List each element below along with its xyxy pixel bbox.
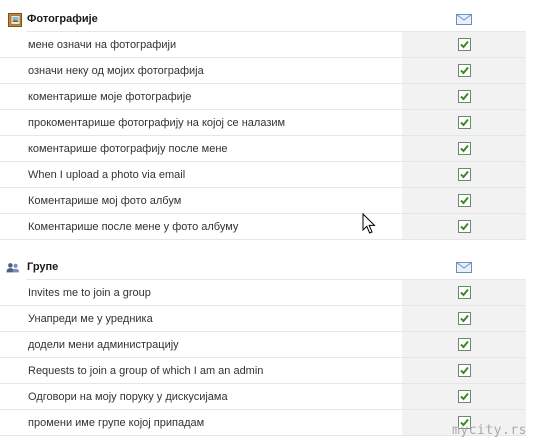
email-column-cell (402, 188, 526, 213)
notification-row: означи неку од мојих фотографија (0, 58, 526, 84)
groups-section-header: Групе (0, 256, 526, 280)
email-column-cell (402, 332, 526, 357)
email-notification-checkbox[interactable] (458, 220, 471, 233)
checkmark-icon (460, 288, 469, 297)
checkmark-icon (460, 314, 469, 323)
checkmark-icon (460, 222, 469, 231)
section-title: Групе (27, 261, 59, 273)
mouse-cursor-icon (362, 213, 376, 234)
section-title: Фотографије (27, 13, 98, 25)
notification-label: мене означи на фотографији (28, 39, 177, 51)
email-notification-checkbox[interactable] (458, 286, 471, 299)
watermark: mycity.rs (452, 423, 527, 438)
email-column-cell (402, 280, 526, 305)
checkmark-icon (460, 366, 469, 375)
email-notification-checkbox[interactable] (458, 142, 471, 155)
envelope-icon (456, 262, 472, 273)
email-column-cell (402, 110, 526, 135)
notification-row: Коментарише мој фото албум (0, 188, 526, 214)
email-notification-checkbox[interactable] (458, 90, 471, 103)
email-notification-checkbox[interactable] (458, 338, 471, 351)
notification-row: прокоментарише фотографију на којој се н… (0, 110, 526, 136)
notification-label: коментарише моје фотографије (28, 91, 192, 103)
email-column-cell (402, 358, 526, 383)
groups-notification-list: Invites me to join a group Унапреди ме у … (0, 280, 526, 436)
notification-row: додели мени администрацију (0, 332, 526, 358)
email-notification-checkbox[interactable] (458, 38, 471, 51)
checkmark-icon (460, 170, 469, 179)
email-notification-checkbox[interactable] (458, 312, 471, 325)
group-people-icon (6, 263, 20, 273)
email-column-cell (402, 58, 526, 83)
notification-label: промени име групе којој припадам (28, 417, 205, 429)
email-column-cell (402, 214, 526, 239)
notification-row: промени име групе којој припадам (0, 410, 526, 436)
notification-label: прокоментарише фотографију на којој се н… (28, 117, 286, 129)
photo-album-icon (8, 13, 22, 27)
checkmark-icon (460, 92, 469, 101)
email-notification-checkbox[interactable] (458, 364, 471, 377)
photos-section-header: Фотографије (0, 8, 526, 32)
email-column-cell (402, 32, 526, 57)
notification-row: коментарише моје фотографије (0, 84, 526, 110)
notification-row: Invites me to join a group (0, 280, 526, 306)
notification-row: Коментарише после мене у фото албуму (0, 214, 526, 240)
envelope-icon (456, 14, 472, 25)
email-notification-checkbox[interactable] (458, 390, 471, 403)
email-column-cell (402, 162, 526, 187)
notification-row: мене означи на фотографији (0, 32, 526, 58)
notification-row: Унапреди ме у уредника (0, 306, 526, 332)
photos-notification-list: мене означи на фотографији означи неку од… (0, 32, 526, 240)
notification-row: коментарише фотографију после мене (0, 136, 526, 162)
notification-label: Унапреди ме у уредника (28, 313, 153, 325)
email-column-cell (402, 136, 526, 161)
notification-label: Коментарише после мене у фото албуму (28, 221, 239, 233)
checkmark-icon (460, 118, 469, 127)
notification-label: Одговори на моју поруку у дискусијама (28, 391, 228, 403)
email-notification-checkbox[interactable] (458, 194, 471, 207)
notification-label: Requests to join a group of which I am a… (28, 365, 264, 377)
notification-label: додели мени администрацију (28, 339, 179, 351)
notification-label: коментарише фотографију после мене (28, 143, 228, 155)
email-notification-checkbox[interactable] (458, 168, 471, 181)
notification-label: Invites me to join a group (28, 287, 151, 299)
notification-row: When I upload a photo via email (0, 162, 526, 188)
email-column-cell (402, 306, 526, 331)
checkmark-icon (460, 66, 469, 75)
notification-row: Одговори на моју поруку у дискусијама (0, 384, 526, 410)
notification-label: When I upload a photo via email (28, 169, 186, 181)
email-column-cell (402, 384, 526, 409)
checkmark-icon (460, 340, 469, 349)
checkmark-icon (460, 392, 469, 401)
checkmark-icon (460, 40, 469, 49)
notification-label: означи неку од мојих фотографија (28, 65, 204, 77)
checkmark-icon (460, 196, 469, 205)
checkmark-icon (460, 144, 469, 153)
email-notification-checkbox[interactable] (458, 116, 471, 129)
email-notification-checkbox[interactable] (458, 64, 471, 77)
notification-row: Requests to join a group of which I am a… (0, 358, 526, 384)
notification-label: Коментарише мој фото албум (28, 195, 182, 207)
email-column-cell (402, 84, 526, 109)
